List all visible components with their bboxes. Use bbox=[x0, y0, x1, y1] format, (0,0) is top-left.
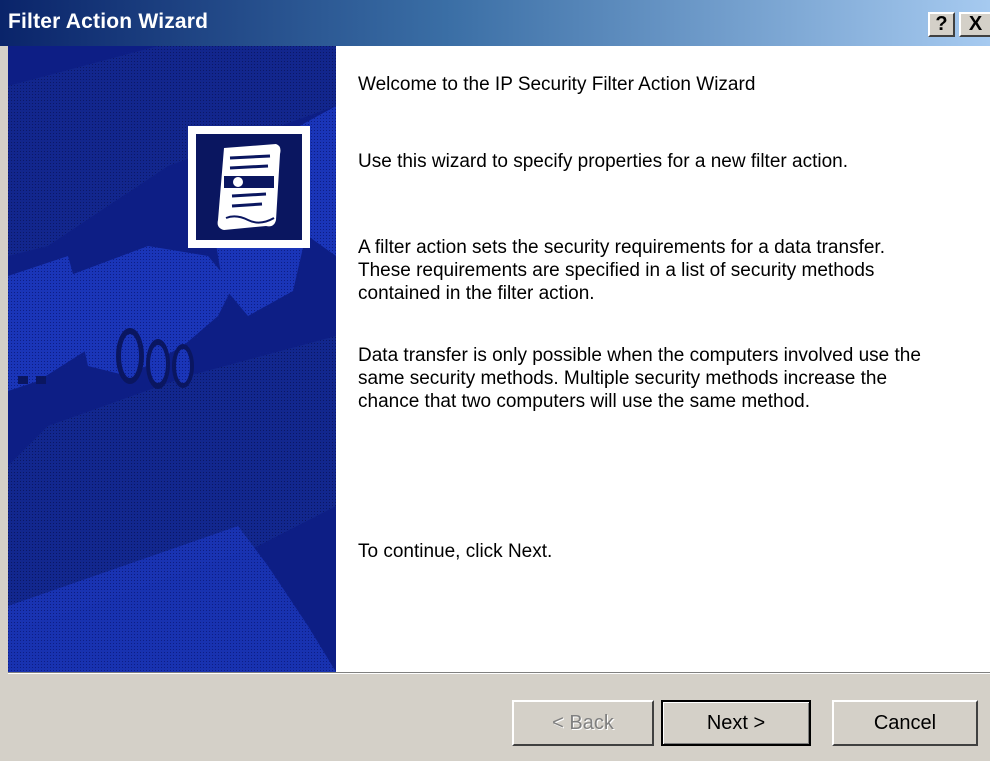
next-button[interactable]: Next > bbox=[661, 700, 811, 746]
data-transfer-description: Data transfer is only possible when the … bbox=[358, 345, 921, 412]
intro-text: Use this wizard to specify properties fo… bbox=[358, 151, 848, 172]
wizard-window: Filter Action Wizard ? X Welcome to the … bbox=[0, 0, 990, 761]
wizard-content: Welcome to the IP Security Filter Action… bbox=[336, 46, 990, 672]
cancel-button-label: Cancel bbox=[873, 711, 937, 734]
cancel-button[interactable]: Cancel bbox=[832, 700, 978, 746]
close-button[interactable]: X bbox=[959, 12, 990, 37]
continue-instruction: To continue, click Next. bbox=[358, 541, 553, 562]
wizard-logo bbox=[188, 126, 310, 248]
title-bar[interactable]: Filter Action Wizard ? X bbox=[0, 0, 990, 46]
back-button-label: < Back bbox=[552, 711, 614, 734]
next-button-label: Next > bbox=[706, 711, 766, 734]
wizard-side-panel bbox=[8, 46, 336, 672]
window-title: Filter Action Wizard bbox=[8, 10, 209, 33]
filter-action-description: A filter action sets the security requir… bbox=[358, 237, 885, 304]
back-button[interactable]: < Back bbox=[512, 700, 654, 746]
button-area-divider-highlight bbox=[8, 673, 990, 674]
help-button[interactable]: ? bbox=[928, 12, 955, 37]
welcome-heading: Welcome to the IP Security Filter Action… bbox=[358, 74, 756, 95]
help-icon: ? bbox=[935, 13, 948, 35]
close-icon: X bbox=[968, 13, 983, 35]
certificate-scroll-icon bbox=[217, 144, 281, 230]
